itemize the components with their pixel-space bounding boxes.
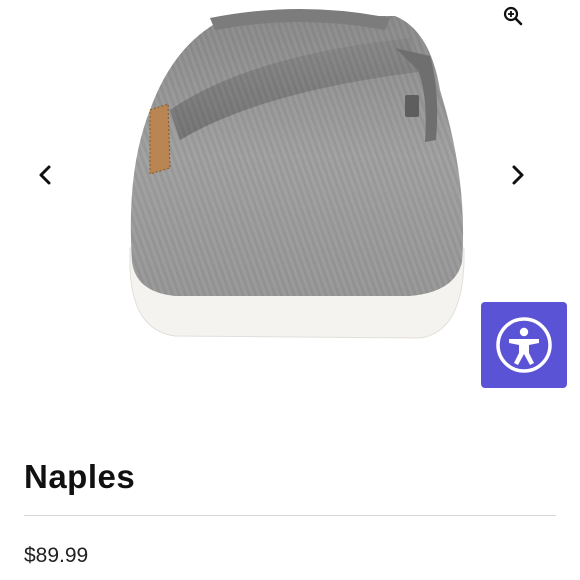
zoom-button[interactable] — [500, 3, 526, 29]
chevron-right-icon — [512, 165, 524, 185]
leather-tab — [150, 104, 170, 174]
product-title: Naples — [24, 458, 136, 495]
product-price: $89.99 — [24, 544, 89, 567]
divider — [24, 515, 556, 516]
zoom-in-icon — [503, 6, 523, 26]
next-image-button[interactable] — [503, 160, 533, 190]
product-image-gallery — [0, 0, 580, 400]
chevron-left-icon — [39, 165, 51, 185]
accessibility-button[interactable] — [481, 302, 567, 388]
accessibility-person-icon — [496, 317, 552, 373]
previous-image-button[interactable] — [30, 160, 60, 190]
